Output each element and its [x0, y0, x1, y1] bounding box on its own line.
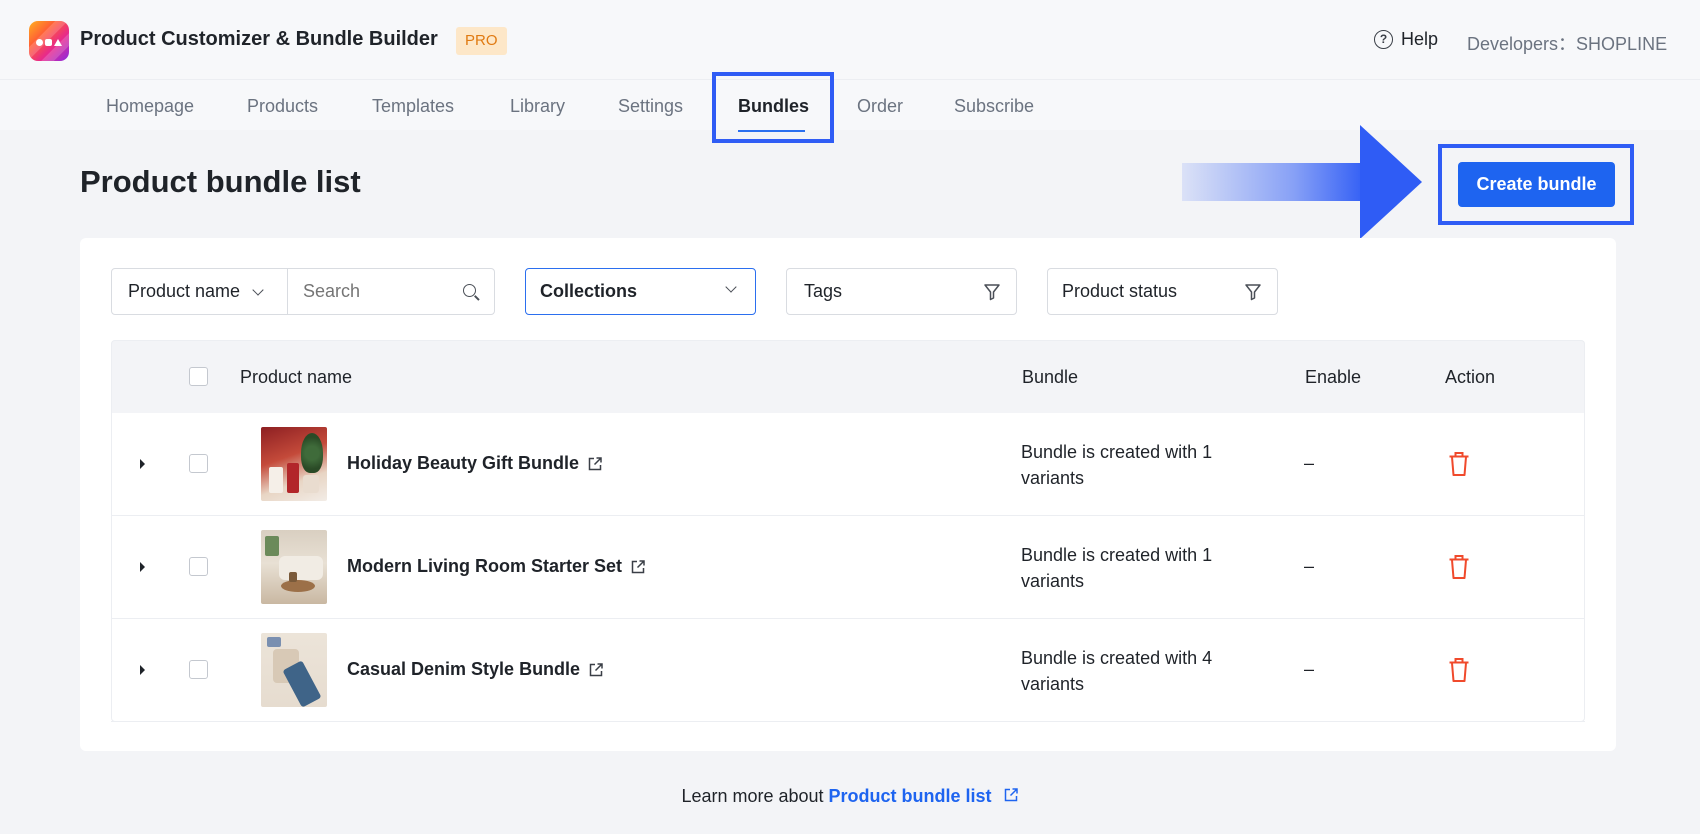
tab-subscribe[interactable]: Subscribe: [954, 96, 1034, 117]
product-status-filter[interactable]: Product status: [1047, 268, 1278, 315]
pro-badge: PRO: [456, 27, 507, 55]
footer-doc-link[interactable]: Product bundle list: [829, 786, 1019, 806]
tab-settings[interactable]: Settings: [618, 96, 683, 117]
field-select-value: Product name: [128, 281, 241, 301]
filter-funnel-icon: [984, 284, 1000, 301]
enable-value: –: [1304, 453, 1315, 473]
external-link-icon: [588, 456, 602, 470]
developers-label: Developers：SHOPLINE: [1467, 34, 1668, 54]
footer-help: Learn more about Product bundle list: [0, 786, 1700, 807]
product-status-filter-label: Product status: [1062, 281, 1178, 301]
table-row: Modern Living Room Starter Set Bundle is…: [111, 516, 1585, 619]
product-name: Holiday Beauty Gift Bundle: [347, 453, 580, 473]
bundle-status: Bundle is created with 1 variants: [1021, 545, 1213, 591]
product-thumbnail: [261, 530, 327, 604]
tab-order[interactable]: Order: [857, 96, 903, 117]
product-thumbnail: [261, 633, 327, 707]
pointer-arrow-shaft: [1182, 163, 1368, 201]
header-action: Action: [1445, 367, 1496, 387]
top-header: Product Customizer & Bundle Builder PRO …: [0, 0, 1700, 80]
expand-caret-icon[interactable]: [140, 562, 145, 572]
tab-templates[interactable]: Templates: [372, 96, 454, 117]
collections-select[interactable]: Collections: [525, 268, 756, 315]
chevron-down-icon: [725, 281, 737, 293]
bundle-status: Bundle is created with 4 variants: [1021, 648, 1213, 694]
product-thumbnail: [261, 427, 327, 501]
enable-value: –: [1304, 556, 1315, 576]
tags-filter[interactable]: Tags: [786, 268, 1017, 315]
header-bundle: Bundle: [1022, 367, 1079, 387]
product-name-link[interactable]: Modern Living Room Starter Set: [347, 556, 646, 577]
pointer-arrow-icon: [1360, 125, 1422, 239]
search-icon[interactable]: [463, 284, 476, 297]
tab-library[interactable]: Library: [510, 96, 565, 117]
chevron-down-icon: [252, 283, 264, 296]
row-checkbox[interactable]: [189, 660, 208, 679]
bundle-status: Bundle is created with 1 variants: [1021, 442, 1213, 488]
product-name-link[interactable]: Holiday Beauty Gift Bundle: [347, 453, 603, 474]
expand-caret-icon[interactable]: [140, 459, 145, 469]
row-checkbox[interactable]: [189, 557, 208, 576]
tags-filter-label: Tags: [804, 281, 843, 301]
app-logo-icon: [29, 21, 69, 61]
help-circle-icon: ?: [1374, 30, 1393, 49]
header-enable: Enable: [1305, 367, 1362, 387]
table-header: Product name Bundle Enable Action: [111, 340, 1585, 413]
delete-trash-icon[interactable]: [1448, 554, 1470, 580]
field-select[interactable]: Product name: [112, 269, 288, 314]
page-title: Product bundle list: [80, 164, 361, 199]
collections-select-value: Collections: [540, 281, 638, 301]
help-label: Help: [1401, 29, 1439, 49]
select-all-checkbox[interactable]: [189, 367, 208, 386]
table-row: Holiday Beauty Gift Bundle Bundle is cre…: [111, 413, 1585, 516]
search-input[interactable]: [289, 269, 464, 314]
expand-caret-icon[interactable]: [140, 665, 145, 675]
delete-trash-icon[interactable]: [1448, 451, 1470, 477]
bundles-tab-highlight: [712, 72, 834, 143]
external-link-icon: [589, 662, 603, 676]
header-product-name: Product name: [240, 367, 353, 387]
row-checkbox[interactable]: [189, 454, 208, 473]
main-nav: Homepage Products Templates Library Sett…: [0, 80, 1700, 132]
search-filter-group: Product name: [111, 268, 495, 315]
product-name-link[interactable]: Casual Denim Style Bundle: [347, 659, 604, 680]
tab-products[interactable]: Products: [247, 96, 318, 117]
external-link-icon: [631, 559, 645, 573]
create-bundle-button[interactable]: Create bundle: [1458, 162, 1615, 207]
product-name: Casual Denim Style Bundle: [347, 659, 581, 679]
external-link-icon: [1004, 788, 1018, 802]
delete-trash-icon[interactable]: [1448, 657, 1470, 683]
tab-homepage[interactable]: Homepage: [106, 96, 194, 117]
footer-doc-link-label: Product bundle list: [828, 786, 992, 806]
app-title: Product Customizer & Bundle Builder: [80, 28, 438, 50]
product-name: Modern Living Room Starter Set: [347, 556, 623, 576]
table-row: Casual Denim Style Bundle Bundle is crea…: [111, 619, 1585, 722]
help-link[interactable]: ? Help: [1374, 29, 1438, 50]
footer-text: Learn more about: [681, 786, 829, 806]
filter-funnel-icon: [1245, 284, 1261, 301]
enable-value: –: [1304, 659, 1315, 679]
